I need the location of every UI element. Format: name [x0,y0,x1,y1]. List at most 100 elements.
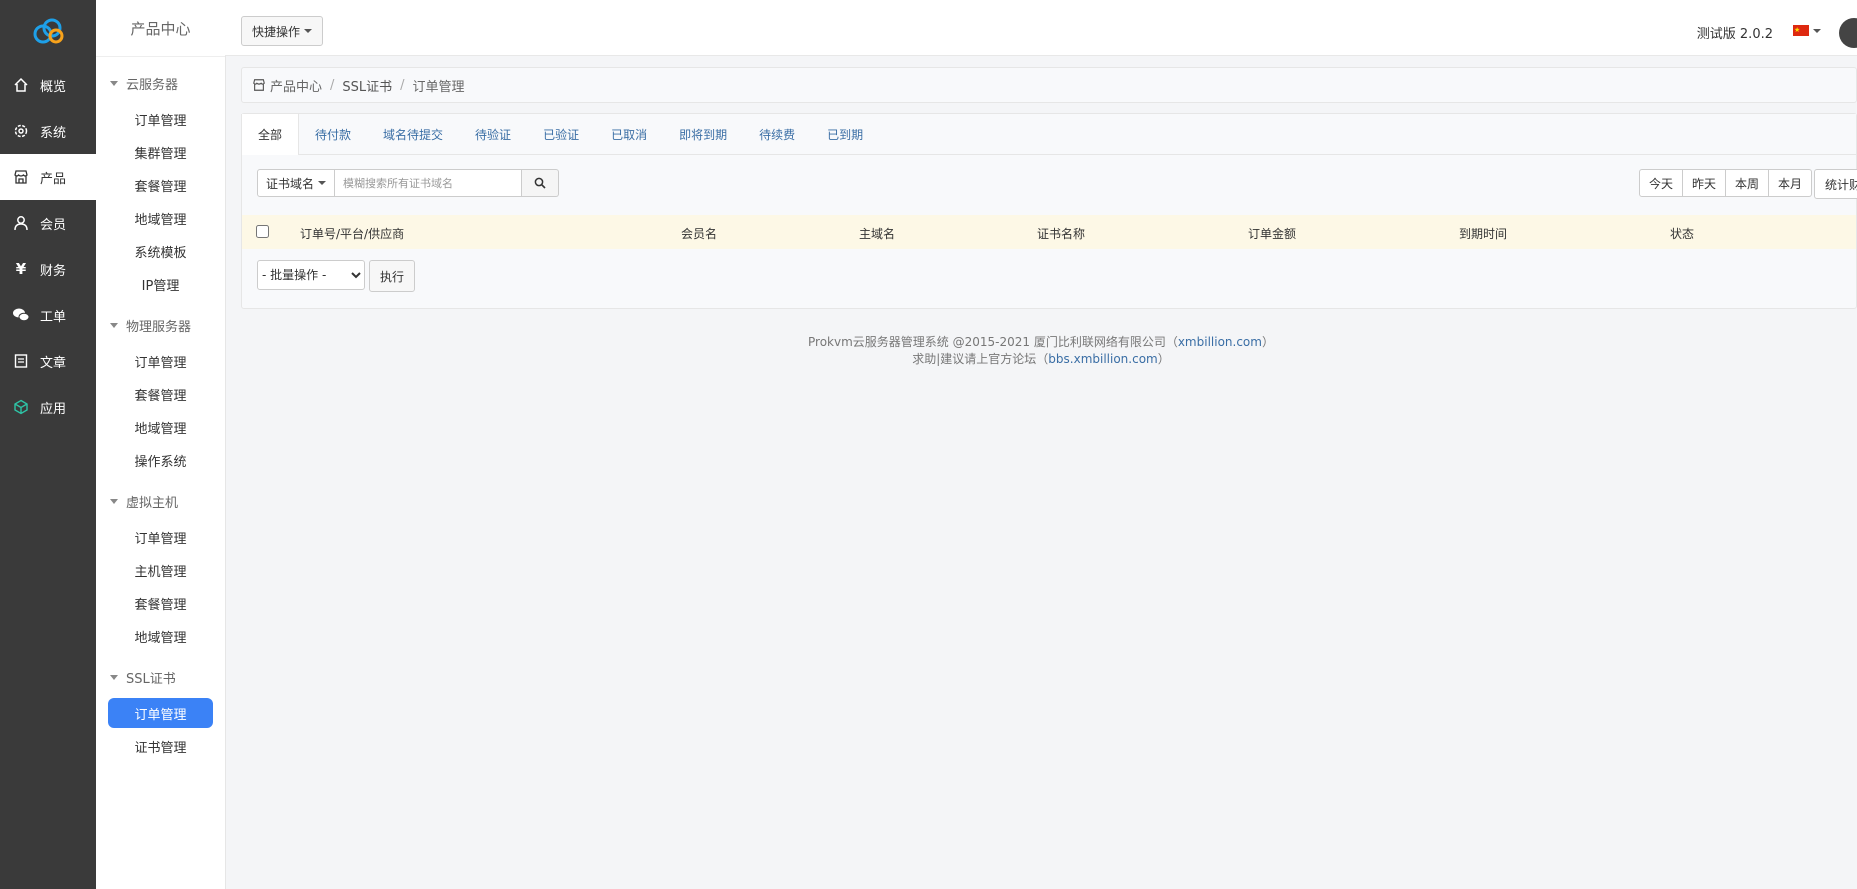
submenu-item[interactable]: 套餐管理 [108,379,213,409]
submenu-item[interactable]: 集群管理 [108,137,213,167]
date-this-week-button[interactable]: 本周 [1725,169,1769,197]
footer-help: 求助|建议请上官方论坛（bbs.xmbillion.com） [225,351,1857,368]
nav-item-app[interactable]: 应用 [0,384,96,430]
execute-button[interactable]: 执行 [369,260,416,292]
footer-copyright: Prokvm云服务器管理系统 @2015-2021 厦门比利联网络有限公司（xm… [225,334,1857,351]
submenu-item[interactable]: 操作系统 [108,445,213,475]
submenu-item[interactable]: 订单管理 [108,104,213,134]
tab-cancelled[interactable]: 已取消 [595,114,663,154]
nav-item-finance[interactable]: ¥ 财务 [0,246,96,292]
date-range-buttons: 今天 昨天 本周 本月 [1638,169,1812,197]
submenu-item[interactable]: 证书管理 [108,731,213,761]
batch-actions: - 批量操作 - 执行 [242,249,1856,305]
submenu-group-cloud-server[interactable]: 云服务器 [96,65,225,101]
footer-text: ） [1157,352,1170,366]
tab-pending-renewal[interactable]: 待续费 [743,114,811,154]
submenu-group-label: 物理服务器 [126,319,192,335]
submenu-group-ssl[interactable]: SSL证书 [96,659,225,695]
tab-expiring[interactable]: 即将到期 [663,114,743,154]
nav-item-system[interactable]: 系统 [0,108,96,154]
tab-pending-verify[interactable]: 待验证 [459,114,527,154]
caret-down-icon [110,322,118,328]
version-label: 测试版 2.0.2 [1696,27,1773,42]
language-caret-icon[interactable] [1813,29,1821,33]
date-this-month-button[interactable]: 本月 [1768,169,1812,197]
product-submenu: 产品中心 云服务器 订单管理 集群管理 套餐管理 地域管理 系统模板 IP管理 … [96,0,226,889]
nav-item-label: 应用 [40,401,67,417]
footer-company-link[interactable]: xmbillion.com [1178,335,1262,349]
breadcrumb-item[interactable]: SSL证书 [342,76,392,95]
submenu-item[interactable]: 订单管理 [108,522,213,552]
cube-icon [12,398,30,416]
column-header-status[interactable]: 状态 [1670,225,1694,242]
select-all-checkbox[interactable] [256,225,269,238]
nav-item-member[interactable]: 会员 [0,200,96,246]
submenu-item[interactable]: 地域管理 [108,203,213,233]
submenu-item[interactable]: IP管理 [108,269,213,299]
china-flag-icon[interactable]: ★ [1793,25,1809,36]
column-header-domain[interactable]: 主域名 [859,225,895,242]
filter-field-label: 证书域名 [266,176,315,191]
submenu-group-label: 云服务器 [126,77,179,93]
breadcrumb-item[interactable]: 产品中心 [270,76,322,95]
document-icon [12,352,30,370]
breadcrumb-separator: / [400,77,405,93]
caret-down-icon [110,80,118,86]
tab-domain-pending[interactable]: 域名待提交 [367,114,459,154]
main-content: 产品中心 / SSL证书 / 订单管理 全部 待付款 域名待提交 待验证 已验证… [241,67,1857,309]
home-icon [12,76,30,94]
caret-down-icon [110,498,118,504]
user-icon [12,214,30,232]
gear-icon [12,122,30,140]
submenu-item[interactable]: 套餐管理 [108,170,213,200]
batch-action-select[interactable]: - 批量操作 - [257,260,365,290]
breadcrumb-item-current: 订单管理 [412,79,465,95]
nav-item-product[interactable]: 产品 [0,154,96,200]
caret-down-icon [318,181,327,185]
table-header: 订单号/平台/供应商 会员名 主域名 证书名称 订单金额 到期时间 状态 [242,215,1856,249]
submenu-item-ssl-orders[interactable]: 订单管理 [108,698,213,728]
column-header-cert-name[interactable]: 证书名称 [1037,225,1085,242]
tab-all[interactable]: 全部 [241,114,300,155]
submenu-item[interactable]: 主机管理 [108,555,213,585]
avatar[interactable] [1839,18,1857,48]
footer-forum-link[interactable]: bbs.xmbillion.com [1048,352,1157,366]
store-icon [12,168,30,186]
nav-item-label: 文章 [40,355,67,371]
nav-item-label: 产品 [40,171,67,187]
footer-text: Prokvm云服务器管理系统 @2015-2021 厦门比利联网络有限公司（ [808,335,1178,349]
submenu-group-virtual-host[interactable]: 虚拟主机 [96,483,225,519]
breadcrumb-separator: / [330,77,335,93]
date-today-button[interactable]: 今天 [1638,169,1683,197]
submenu-item[interactable]: 系统模板 [108,236,213,266]
column-header-member[interactable]: 会员名 [681,225,717,242]
top-header: 快捷操作 测试版 2.0.2 ★ [225,0,1857,56]
search-input[interactable] [335,169,523,197]
filter-field-dropdown[interactable]: 证书域名 [257,169,336,197]
submenu-item[interactable]: 订单管理 [108,346,213,376]
date-yesterday-button[interactable]: 昨天 [1682,169,1726,197]
main-sidebar: 概览 系统 产品 会员 ¥ 财务 工单 文章 应用 [0,0,96,889]
submenu-item[interactable]: 地域管理 [108,412,213,442]
tab-verified[interactable]: 已验证 [527,114,595,154]
caret-down-icon [110,674,118,680]
nav-item-overview[interactable]: 概览 [0,62,96,108]
statistics-button[interactable]: 统计财 [1813,169,1857,199]
quick-action-button[interactable]: 快捷操作 [241,16,324,46]
submenu-item[interactable]: 地域管理 [108,621,213,651]
column-header-order[interactable]: 订单号/平台/供应商 [300,225,404,242]
filter-toolbar: 证书域名 今天 昨天 本周 本月 统计财 [242,155,1857,215]
search-button[interactable] [522,169,560,197]
nav-item-label: 财务 [40,263,67,279]
submenu-item[interactable]: 套餐管理 [108,588,213,618]
nav-item-label: 会员 [40,217,67,233]
column-header-amount[interactable]: 订单金额 [1248,225,1296,242]
nav-item-article[interactable]: 文章 [0,338,96,384]
tab-pending-payment[interactable]: 待付款 [299,114,367,154]
app-logo[interactable] [0,0,96,62]
column-header-expire[interactable]: 到期时间 [1459,225,1507,242]
nav-item-ticket[interactable]: 工单 [0,292,96,338]
submenu-group-physical-server[interactable]: 物理服务器 [96,307,225,343]
orders-panel: 全部 待付款 域名待提交 待验证 已验证 已取消 即将到期 待续费 已到期 证书… [241,113,1857,309]
tab-expired[interactable]: 已到期 [811,114,879,154]
